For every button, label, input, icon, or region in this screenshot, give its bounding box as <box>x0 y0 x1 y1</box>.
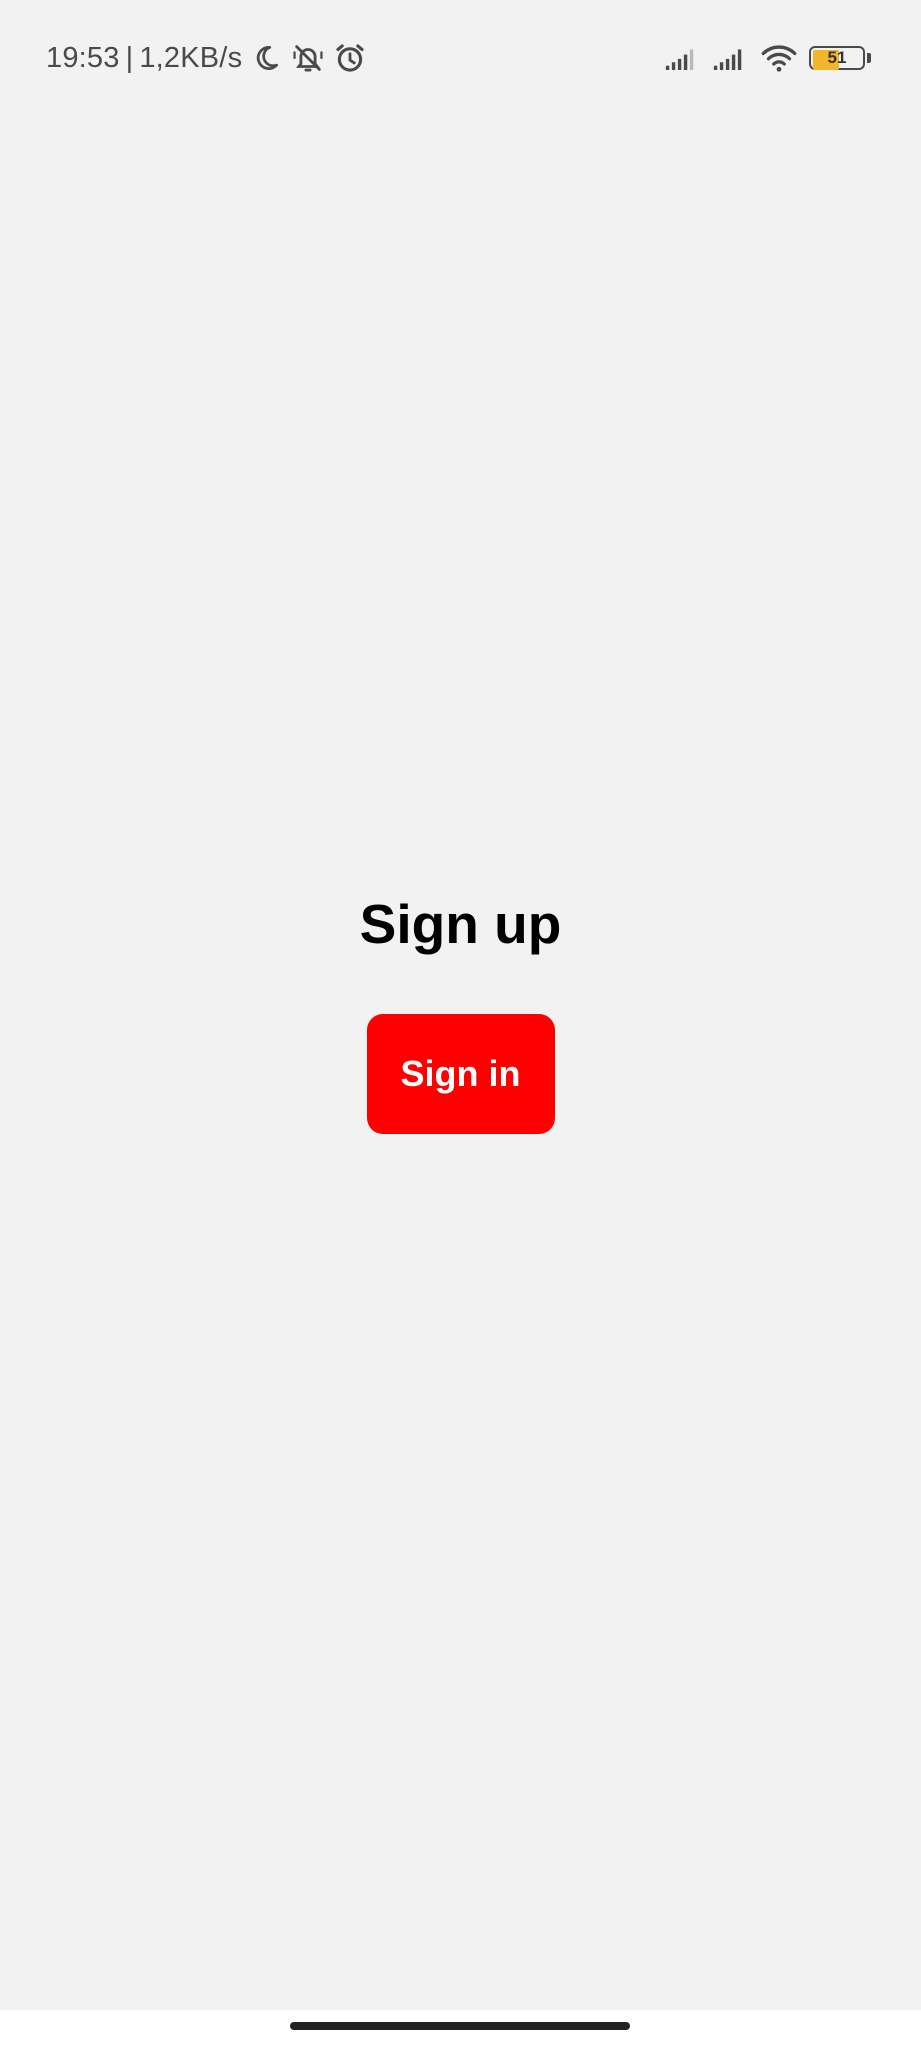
status-time: 19:53 <box>46 41 120 74</box>
battery-level: 51 <box>827 48 847 67</box>
main-content: Sign up Sign in <box>0 880 921 1134</box>
network-speed: 1,2KB/s <box>139 41 243 74</box>
battery-icon: 51 <box>809 46 865 70</box>
screen: 19:53 | 1,2KB/s 51 Sign up Sign in <box>0 0 921 2048</box>
wifi-icon <box>761 40 797 76</box>
status-right: 51 <box>665 38 871 78</box>
moon-icon <box>248 40 284 76</box>
status-bar: 19:53 | 1,2KB/s 51 <box>0 0 921 115</box>
alarm-icon <box>332 40 368 76</box>
battery-cap <box>867 53 871 63</box>
sign-in-button[interactable]: Sign in <box>366 1014 555 1134</box>
home-indicator[interactable] <box>290 2022 630 2030</box>
signal-icon <box>713 40 749 76</box>
status-separator: | <box>125 41 134 74</box>
status-left: 19:53 | 1,2KB/s <box>46 38 368 78</box>
navigation-bar <box>0 2010 921 2048</box>
page-title: Sign up <box>359 893 562 955</box>
bell-muted-icon <box>290 40 326 76</box>
signal-icon <box>665 40 701 76</box>
